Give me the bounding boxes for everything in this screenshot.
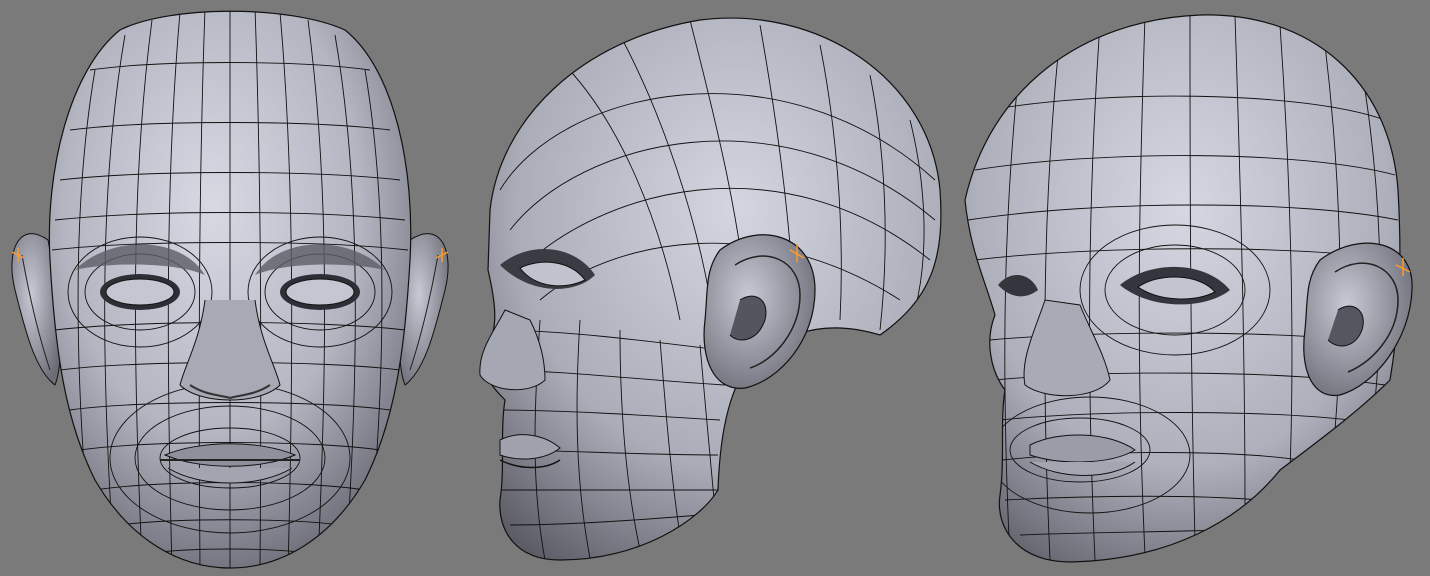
front-view-head	[11, 10, 449, 569]
three-quarter-ear	[1303, 242, 1413, 397]
side-ear	[703, 234, 816, 389]
front-left-eye	[100, 274, 180, 310]
side-view-head	[479, 17, 942, 561]
3d-viewport[interactable]	[0, 0, 1430, 576]
three-quarter-view-head	[964, 14, 1413, 563]
head-renders	[11, 10, 1413, 569]
front-right-eye	[280, 274, 360, 310]
